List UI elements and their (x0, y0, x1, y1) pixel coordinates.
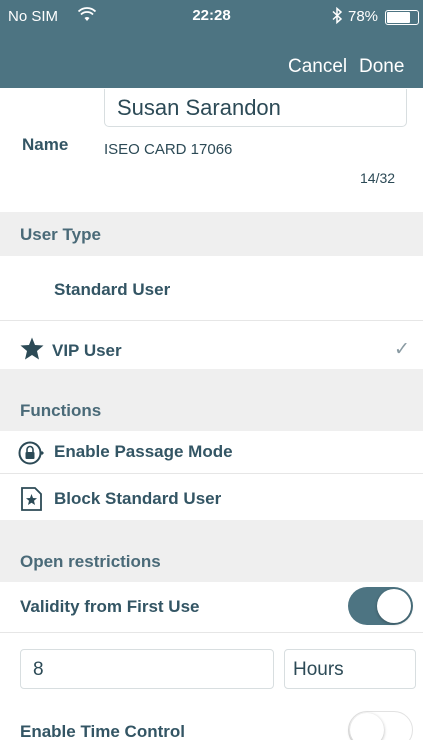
card-id-label: ISEO CARD 17066 (104, 141, 233, 158)
battery-percent: 78% (348, 8, 379, 25)
function-label: Block Standard User (54, 489, 222, 508)
char-counter: 14/32 (360, 170, 396, 186)
checkmark-icon: ✓ (394, 339, 410, 360)
cancel-button[interactable]: Cancel (288, 56, 347, 78)
divider (0, 632, 423, 633)
time-control-toggle[interactable] (348, 711, 413, 740)
function-enable-passage-mode[interactable]: Enable Passage Mode (0, 431, 423, 473)
name-input[interactable]: Susan Sarandon (104, 89, 407, 127)
option-label: VIP User (52, 341, 122, 360)
function-block-standard-user[interactable]: Block Standard User (0, 474, 423, 520)
function-label: Enable Passage Mode (54, 442, 233, 461)
battery-icon (385, 10, 419, 25)
section-open-restrictions: Open restrictions (0, 520, 423, 582)
section-header: Functions (20, 401, 102, 420)
duration-input[interactable]: 8 (20, 649, 274, 689)
time-control-label: Enable Time Control (20, 722, 185, 740)
bluetooth-icon (332, 6, 343, 28)
toggle-knob (350, 713, 384, 740)
toggle-knob (377, 589, 411, 623)
duration-unit-select[interactable]: Hours (284, 649, 416, 689)
section-header: Open restrictions (20, 552, 161, 571)
name-label: Name (22, 135, 69, 154)
section-user-type: User Type (0, 212, 423, 256)
option-standard-user[interactable]: Standard User (0, 256, 423, 320)
passage-lock-icon (18, 440, 45, 471)
nav-bar: Cancel Done (0, 36, 423, 88)
block-star-icon (21, 487, 42, 516)
star-icon (20, 337, 44, 365)
section-header: User Type (20, 225, 101, 244)
done-button[interactable]: Done (359, 56, 404, 78)
validity-toggle[interactable] (348, 587, 413, 625)
option-vip-user[interactable]: VIP User ✓ (0, 321, 423, 369)
option-label: Standard User (54, 280, 171, 299)
validity-label: Validity from First Use (20, 597, 200, 616)
section-functions: Functions (0, 369, 423, 431)
status-bar: No SIM 22:28 78% (0, 0, 423, 36)
